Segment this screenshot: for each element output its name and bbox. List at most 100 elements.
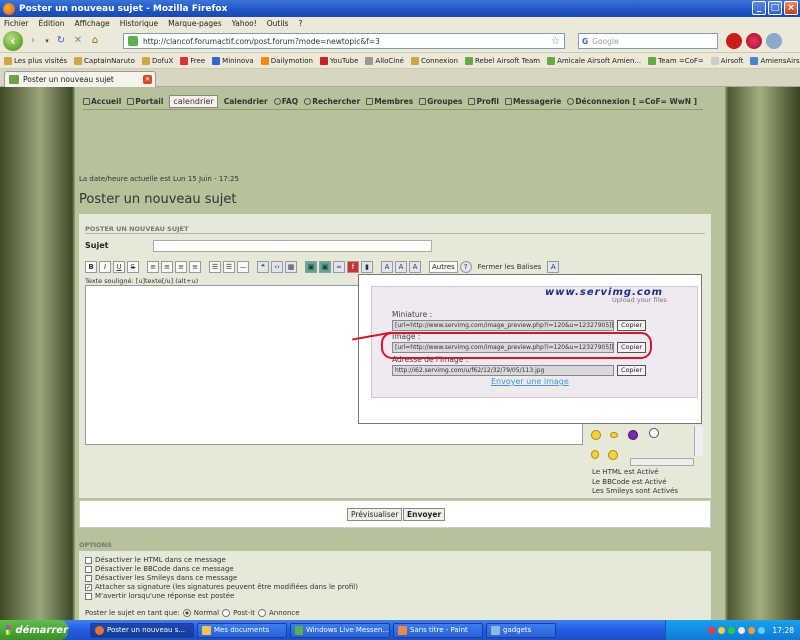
task-messenger[interactable]: Windows Live Messen... (290, 622, 390, 638)
task-gadgets[interactable]: gadgets (486, 622, 556, 638)
close-button[interactable]: × (784, 1, 798, 15)
nav-membres[interactable]: Membres (366, 97, 413, 106)
reload-icon[interactable]: ↻ (54, 34, 68, 48)
smiley-icon[interactable] (649, 428, 659, 438)
addon-icon-2[interactable] (766, 33, 782, 49)
nav-calendrier[interactable]: Calendrier (224, 97, 268, 106)
host-image-icon[interactable]: ▣ (319, 261, 331, 273)
dropdown-icon[interactable]: ▾ (43, 34, 51, 48)
bookmark-item[interactable]: YouTube (319, 56, 358, 65)
underline-button[interactable]: U (113, 261, 125, 273)
align-right-icon[interactable]: ≡ (175, 261, 187, 273)
radio-annonce[interactable] (258, 609, 266, 617)
tray-icon[interactable] (728, 626, 736, 634)
checkbox[interactable] (85, 592, 92, 600)
tray-icon[interactable] (758, 626, 766, 634)
smiley-icon[interactable] (610, 432, 618, 438)
font-family-icon[interactable]: A (409, 261, 421, 273)
font-color-icon[interactable]: A (395, 261, 407, 273)
send-image-link[interactable]: Envoyer une image (491, 377, 569, 386)
task-firefox[interactable]: Poster un nouveau s... (90, 622, 194, 638)
quote-icon[interactable]: ❝ (257, 261, 269, 273)
checkbox[interactable] (85, 565, 92, 573)
menu-outils[interactable]: Outils (267, 19, 289, 28)
copy-address-button[interactable]: Copier (617, 365, 647, 376)
nav-calendrier-button[interactable]: calendrier (169, 95, 218, 108)
menu-edition[interactable]: Édition (39, 19, 65, 28)
menu-affichage[interactable]: Affichage (74, 19, 109, 28)
option-disable-smileys[interactable]: Désactiver les Smileys dans ce message (85, 574, 237, 582)
bookmark-item[interactable]: Amicale Airsoft Amien... (547, 56, 641, 65)
bookmark-item[interactable]: Dailymotion (260, 56, 313, 65)
smiley-hscrollbar[interactable] (630, 458, 694, 466)
menu-fichier[interactable]: Fichier (4, 19, 29, 28)
menu-help[interactable]: ? (298, 19, 302, 28)
help-icon[interactable]: ? (459, 261, 472, 273)
menu-marque-pages[interactable]: Marque-pages (168, 19, 222, 28)
nav-portail[interactable]: Portail (127, 97, 163, 106)
bookmark-item[interactable]: Team =CoF= (648, 56, 704, 65)
smiley-icon[interactable] (608, 450, 618, 460)
menu-historique[interactable]: Historique (120, 19, 158, 28)
tray-icon[interactable] (748, 626, 756, 634)
video-icon[interactable]: ▮ (361, 261, 373, 273)
copy-miniature-button[interactable]: Copier (617, 320, 647, 331)
tray-icon[interactable] (738, 626, 746, 634)
stop-icon[interactable]: ✕ (71, 34, 85, 48)
maximize-button[interactable]: □ (768, 1, 782, 15)
menu-yahoo[interactable]: Yahoo! (232, 19, 257, 28)
image-icon[interactable]: ▣ (305, 261, 317, 273)
option-disable-html[interactable]: Désactiver le HTML dans ce message (85, 556, 226, 564)
bookmark-item[interactable]: Rebel Airsoft Team (465, 56, 540, 65)
send-button[interactable]: Envoyer (403, 508, 446, 521)
flash-icon[interactable]: f (347, 261, 359, 273)
autres-button[interactable]: Autres (429, 261, 458, 273)
checkbox[interactable] (85, 574, 92, 582)
bold-button[interactable]: B (85, 261, 97, 273)
table-icon[interactable]: ▦ (285, 261, 297, 273)
smiley-icon[interactable] (591, 450, 599, 459)
align-center-icon[interactable]: ≡ (161, 261, 173, 273)
forward-button[interactable]: › (26, 34, 40, 48)
tray-icon[interactable] (718, 626, 726, 634)
subject-input[interactable] (153, 240, 432, 252)
option-notify-reply[interactable]: M'avertir lorsqu'une réponse est postée (85, 592, 234, 600)
tab-close-icon[interactable]: × (143, 75, 152, 84)
smiley-icon[interactable] (591, 430, 601, 440)
home-icon[interactable]: ⌂ (88, 34, 102, 48)
bullet-list-icon[interactable]: ☰ (209, 261, 221, 273)
bookmark-item[interactable]: CaptainNaruto (74, 56, 135, 65)
adblock-icon[interactable] (726, 33, 742, 49)
bookmark-item[interactable]: Les plus visités (4, 56, 67, 65)
nav-rechercher[interactable]: Rechercher (304, 97, 360, 106)
back-button[interactable]: ‹ (3, 30, 23, 51)
link-icon[interactable]: ∞ (333, 261, 345, 273)
bookmark-item[interactable]: Free (180, 56, 205, 65)
miniature-field[interactable]: [url=http://www.servimg.com/image_previe… (392, 320, 614, 331)
nav-messagerie[interactable]: Messagerie (504, 97, 561, 106)
nav-deconnexion[interactable]: Déconnexion [ =CoF= WwN ] (567, 97, 697, 106)
smiley-scrollbar[interactable] (694, 426, 703, 456)
smiley-icon[interactable] (628, 430, 638, 440)
start-button[interactable]: démarrer (0, 620, 68, 640)
bookmark-item[interactable]: Mininova (212, 56, 254, 65)
nav-accueil[interactable]: Accueil (83, 97, 121, 106)
nav-groupes[interactable]: Groupes (419, 97, 462, 106)
code-icon[interactable]: ‹› (271, 261, 283, 273)
close-tags-button[interactable]: Fermer les Balises (478, 263, 542, 271)
preview-button[interactable]: Prévisualiser (347, 508, 403, 521)
search-box[interactable]: G Google (578, 33, 718, 49)
radio-normal[interactable] (182, 609, 191, 617)
bookmark-item[interactable]: DofuX (141, 56, 173, 65)
align-left-icon[interactable]: ≡ (147, 261, 159, 273)
bookmark-item[interactable]: Connexion (410, 56, 458, 65)
bookmark-item[interactable]: Airsoft (710, 56, 743, 65)
radio-postit[interactable] (222, 609, 231, 617)
address-field[interactable]: http://i62.servimg.com/u/f62/12/32/79/05… (392, 365, 614, 376)
justify-icon[interactable]: ≡ (189, 261, 201, 273)
task-mes-documents[interactable]: Mes documents (197, 622, 287, 638)
option-attach-signature[interactable]: ✓ Attacher sa signature (les signatures p… (85, 583, 358, 591)
tray-icon[interactable] (708, 626, 716, 634)
task-paint[interactable]: Sans titre - Paint (393, 622, 483, 638)
checkbox[interactable] (85, 556, 92, 564)
